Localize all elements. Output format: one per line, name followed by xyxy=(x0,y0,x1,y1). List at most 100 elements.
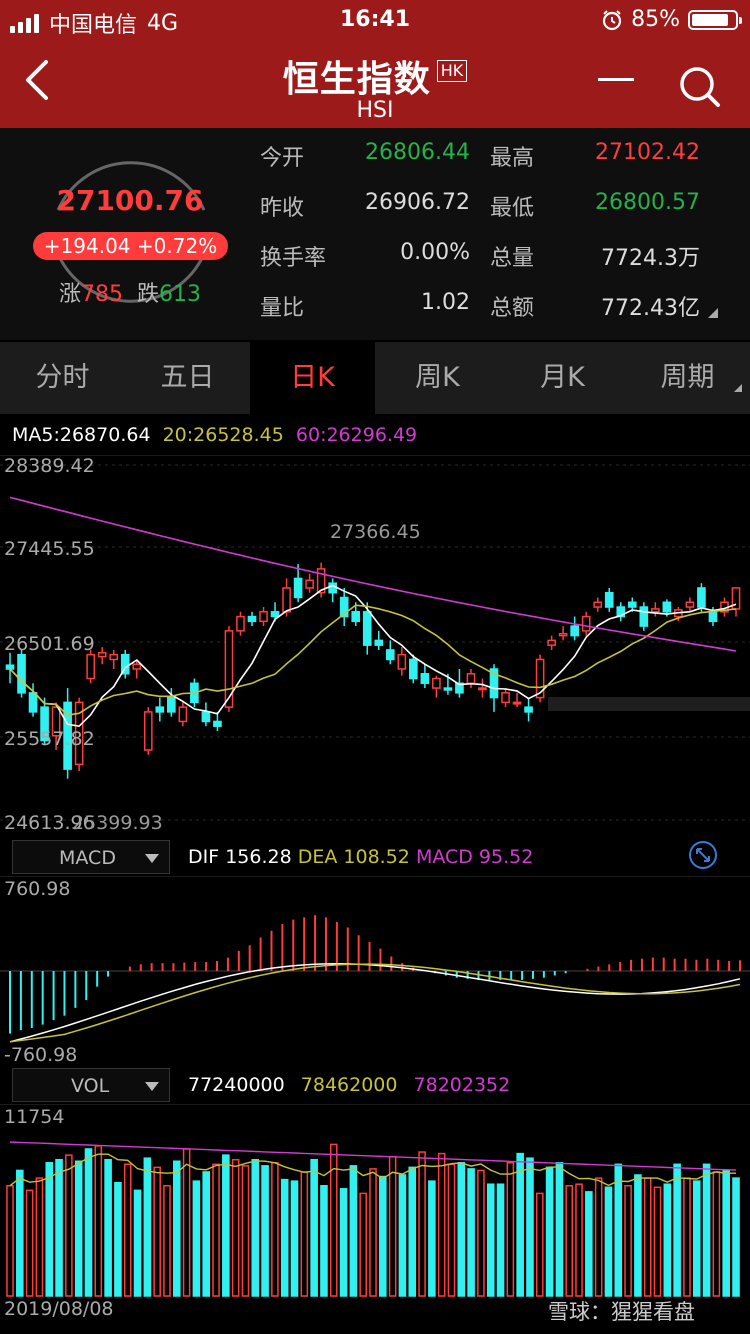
quote-row: 量比 1.02 总额 772.43亿 xyxy=(260,290,700,340)
turnover-rate-value: 0.00% xyxy=(400,240,470,265)
alarm-icon xyxy=(602,9,622,30)
quote-row: 昨收 26906.72 最低 26800.57 xyxy=(260,190,700,240)
candle-body xyxy=(443,687,453,691)
volume-bar xyxy=(16,1169,24,1297)
candle-body xyxy=(109,653,119,661)
volume-bar xyxy=(692,1180,701,1297)
candle-body xyxy=(236,615,245,632)
volume-bar xyxy=(614,1163,623,1297)
vol-ma3-value: 78202352 xyxy=(413,1074,511,1096)
volume-bar xyxy=(290,1180,299,1297)
volume-label: 总量 xyxy=(490,246,535,271)
status-bar: 中国电信 4G 16:41 85% xyxy=(0,0,750,40)
candle-body xyxy=(547,639,556,646)
volume-bar xyxy=(261,1165,269,1297)
volume-bar xyxy=(310,1158,318,1297)
macd-y-top: 760.98 xyxy=(4,878,71,900)
expand-quote-icon[interactable] xyxy=(708,308,718,318)
vol-header: VOL 77240000 78462000 78202352 xyxy=(0,1068,750,1104)
candle-body xyxy=(167,696,176,713)
candle-body xyxy=(512,701,522,705)
vol-selector[interactable]: VOL xyxy=(12,1068,170,1102)
candle-body xyxy=(501,692,510,704)
macd-header: MACD DIF 156.28 DEA 108.52 MACD 95.52 xyxy=(0,840,750,876)
page-title: 恒生指数 xyxy=(282,59,431,100)
volume-bar xyxy=(545,1166,554,1297)
tab-weekly-k[interactable]: 周K xyxy=(375,342,500,414)
open-label: 今开 xyxy=(260,146,305,171)
volume-bar xyxy=(84,1148,93,1297)
volume-bar xyxy=(496,1183,505,1297)
volume-bar xyxy=(683,1177,691,1297)
y-tick-label: 28389.42 xyxy=(4,455,95,477)
volume-bar xyxy=(182,1148,191,1297)
change-percent: +0.72% xyxy=(136,234,218,258)
volume-bar xyxy=(702,1163,711,1297)
period-tabs: 分时 五日 日K 周K 月K 周期 xyxy=(0,342,750,414)
y-tick-label: 26501.69 xyxy=(4,633,95,655)
vol-ma2-value: 78462000 xyxy=(300,1074,398,1096)
candle-body xyxy=(604,591,614,608)
candlestick-chart[interactable] xyxy=(0,455,750,835)
candle-body xyxy=(697,587,706,608)
volume-bar xyxy=(114,1181,122,1297)
volume-bar xyxy=(722,1169,730,1297)
menu-icon[interactable] xyxy=(598,78,638,86)
tab-five-day[interactable]: 五日 xyxy=(125,342,250,414)
turnover-rate-label: 换手率 xyxy=(260,246,327,271)
candle-body xyxy=(143,711,153,751)
low-marker-label: 25399.93 xyxy=(72,812,163,834)
fullscreen-icon[interactable] xyxy=(688,840,718,870)
candle-body xyxy=(305,579,314,589)
vol-ma60-line xyxy=(9,1141,737,1171)
volume-bar xyxy=(339,1188,348,1297)
y-tick-label: 25557.82 xyxy=(4,728,95,750)
volume-bar xyxy=(212,1163,220,1297)
volume-bar xyxy=(624,1184,632,1297)
candle-body xyxy=(558,632,568,637)
tab-monthly-k[interactable]: 月K xyxy=(500,342,625,414)
volume-bar xyxy=(585,1191,593,1297)
volume-bar xyxy=(477,1169,485,1297)
candle-body xyxy=(524,706,533,713)
volume-bar xyxy=(732,1177,740,1297)
candle-body xyxy=(581,615,591,632)
down-count: 613 xyxy=(159,282,202,307)
dif-line xyxy=(9,963,741,1043)
current-price: 27100.76 xyxy=(56,184,204,217)
vol-ma-value: 77240000 xyxy=(188,1074,285,1096)
candle-body xyxy=(224,630,234,708)
candle-body xyxy=(28,692,38,713)
volume-bar xyxy=(447,1163,456,1297)
tab-period-label: 周期 xyxy=(660,362,715,393)
volume-bar xyxy=(45,1162,54,1297)
page-subtitle: HSI xyxy=(356,98,394,123)
volume-bar xyxy=(428,1180,436,1297)
quote-grid: 今开 26806.44 最高 27102.42 昨收 26906.72 最低 2… xyxy=(260,140,700,340)
volume-bar xyxy=(202,1171,211,1297)
candle-body xyxy=(259,611,268,623)
macd-chart[interactable] xyxy=(0,876,750,1066)
tab-period[interactable]: 周期 xyxy=(625,342,750,414)
search-icon[interactable] xyxy=(676,64,724,108)
tab-daily-k[interactable]: 日K xyxy=(250,342,375,414)
candle-body xyxy=(247,615,257,623)
macd-selector[interactable]: MACD xyxy=(12,840,170,874)
volume-bar xyxy=(379,1175,387,1297)
volume-chart[interactable] xyxy=(0,1104,750,1299)
low-value: 26800.57 xyxy=(595,190,700,215)
watermark: 雪球：猩猩看盘 xyxy=(548,1300,695,1324)
volume-bar xyxy=(663,1183,672,1297)
volume-bar xyxy=(359,1192,367,1297)
volume-ratio-value: 1.02 xyxy=(421,290,470,315)
macd-value: MACD 95.52 xyxy=(415,846,534,868)
vol-values: 77240000 78462000 78202352 xyxy=(188,1074,510,1096)
quote-row: 换手率 0.00% 总量 7724.3万 xyxy=(260,240,700,290)
ma-legend: MA5:26870.64 20:26528.45 60:26296.49 xyxy=(12,424,423,446)
volume-bar xyxy=(653,1186,662,1297)
ma60-value: 60:26296.49 xyxy=(295,424,418,446)
tab-intraday[interactable]: 分时 xyxy=(0,342,125,414)
dea-value: DEA 108.52 xyxy=(297,846,410,868)
volume-ratio-label: 量比 xyxy=(260,296,305,321)
candle-body xyxy=(86,653,95,680)
